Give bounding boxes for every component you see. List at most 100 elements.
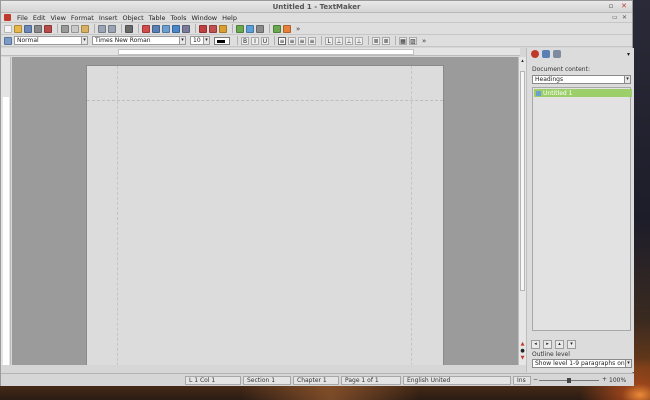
insert-picture-icon[interactable] bbox=[172, 24, 180, 33]
cut-icon[interactable] bbox=[61, 24, 69, 33]
undo-icon[interactable] bbox=[98, 24, 106, 33]
copy-icon[interactable] bbox=[71, 24, 79, 33]
zoom-slider[interactable] bbox=[539, 378, 599, 383]
find-icon[interactable] bbox=[125, 24, 133, 33]
bold-button[interactable]: B bbox=[241, 36, 249, 45]
objects-icon[interactable] bbox=[553, 50, 561, 58]
list-item[interactable]: Untitled 1 bbox=[534, 89, 632, 97]
hyperlink-icon[interactable] bbox=[256, 24, 264, 33]
menu-window[interactable]: Window bbox=[191, 14, 217, 22]
window-controls: ▫ ✕ bbox=[607, 2, 628, 10]
previous-page-icon[interactable]: ▲ bbox=[520, 342, 525, 347]
toolbar-separator bbox=[237, 36, 238, 45]
horizontal-ruler[interactable] bbox=[1, 48, 520, 56]
toolbar-separator bbox=[195, 24, 196, 33]
tab-decimal-button[interactable]: ⊥ bbox=[355, 36, 363, 45]
redo-icon[interactable] bbox=[108, 24, 116, 33]
outline-move-up-button[interactable]: ▴ bbox=[555, 340, 564, 349]
new-document-icon[interactable] bbox=[4, 24, 12, 33]
menu-help[interactable]: Help bbox=[222, 14, 237, 22]
zoom-icon[interactable] bbox=[182, 24, 190, 33]
toolbar-separator bbox=[269, 24, 270, 33]
minimize-button[interactable]: ▫ bbox=[607, 2, 615, 10]
field-icon[interactable] bbox=[236, 24, 244, 33]
borders-button[interactable]: ▦ bbox=[399, 36, 407, 45]
menu-edit[interactable]: Edit bbox=[33, 14, 46, 22]
scrollbar-thumb[interactable] bbox=[520, 71, 525, 291]
numbering-button[interactable]: ≣ bbox=[372, 36, 380, 45]
align-right-button[interactable]: ≡ bbox=[298, 36, 306, 45]
toolbar-separator bbox=[395, 36, 396, 45]
status-insert-mode[interactable]: Ins bbox=[513, 376, 531, 385]
zoom-out-button[interactable]: − bbox=[533, 376, 538, 383]
outline-move-down-button[interactable]: ▾ bbox=[567, 340, 576, 349]
scroll-up-icon[interactable]: ▴ bbox=[520, 59, 525, 64]
outline-icon[interactable] bbox=[542, 50, 550, 58]
standard-toolbar: » bbox=[1, 23, 632, 35]
tab-center-button[interactable]: ⊥ bbox=[335, 36, 343, 45]
underline-button[interactable]: U bbox=[261, 36, 269, 45]
status-page[interactable]: Page 1 of 1 bbox=[341, 376, 401, 385]
vertical-scrollbar[interactable]: ▴ ▲ ● ▼ bbox=[518, 57, 526, 365]
shading-button[interactable]: ▨ bbox=[409, 36, 417, 45]
status-language[interactable]: English United bbox=[403, 376, 511, 385]
outline-level-select[interactable]: Show level 1-9 paragraphs only ▾ bbox=[532, 359, 632, 368]
print-preview-icon[interactable] bbox=[44, 24, 52, 33]
insert-symbol-icon[interactable] bbox=[219, 24, 227, 33]
font-size-value: 10 bbox=[193, 37, 201, 44]
outline-demote-button[interactable]: ▸ bbox=[543, 340, 552, 349]
chevron-down-icon[interactable]: ▾ bbox=[627, 51, 630, 58]
insert-table-icon[interactable] bbox=[152, 24, 160, 33]
toolbar-separator bbox=[274, 36, 275, 45]
justify-button[interactable]: ≡ bbox=[308, 36, 316, 45]
menu-object[interactable]: Object bbox=[122, 14, 143, 22]
outline-list[interactable]: Untitled 1 bbox=[532, 87, 632, 331]
zoom-in-button[interactable]: + bbox=[602, 376, 607, 383]
restore-document-icon[interactable]: ▭ bbox=[612, 14, 618, 21]
align-center-button[interactable]: ≡ bbox=[288, 36, 296, 45]
styles-panel-icon[interactable] bbox=[4, 36, 12, 45]
insert-frame-icon[interactable] bbox=[142, 24, 150, 33]
close-button[interactable]: ✕ bbox=[620, 2, 628, 10]
ruler-text-area bbox=[118, 49, 414, 55]
next-page-icon[interactable]: ▼ bbox=[520, 356, 525, 361]
tab-right-button[interactable]: ⊥ bbox=[345, 36, 353, 45]
vertical-ruler[interactable] bbox=[1, 57, 11, 365]
tab-left-button[interactable]: L bbox=[325, 36, 333, 45]
document-icon bbox=[536, 90, 541, 96]
font-size-select[interactable]: 10 ▾ bbox=[190, 36, 210, 45]
paragraph-style-select[interactable]: Normal ▾ bbox=[14, 36, 88, 45]
font-name-select[interactable]: Times New Roman ▾ bbox=[92, 36, 186, 45]
menu-format[interactable]: Format bbox=[71, 14, 94, 22]
app-document-icon[interactable] bbox=[4, 14, 11, 21]
document-page[interactable] bbox=[86, 65, 444, 365]
open-folder-icon[interactable] bbox=[14, 24, 22, 33]
close-document-icon[interactable]: ✕ bbox=[622, 14, 628, 21]
content-filter-select[interactable]: Headings ▾ bbox=[532, 75, 631, 84]
spellcheck-icon[interactable] bbox=[199, 24, 207, 33]
browse-object-icon[interactable]: ● bbox=[520, 349, 525, 354]
paste-icon[interactable] bbox=[81, 24, 89, 33]
menu-file[interactable]: File bbox=[17, 14, 28, 22]
right-margin-guide bbox=[411, 66, 412, 365]
bullets-button[interactable]: ≣ bbox=[382, 36, 390, 45]
menu-insert[interactable]: Insert bbox=[99, 14, 118, 22]
outline-promote-button[interactable]: ◂ bbox=[531, 340, 540, 349]
menu-view[interactable]: View bbox=[50, 14, 65, 22]
share-icon[interactable] bbox=[283, 24, 291, 33]
bookmark-icon[interactable] bbox=[246, 24, 254, 33]
compass-icon[interactable] bbox=[531, 50, 539, 58]
styles-icon[interactable] bbox=[209, 24, 217, 33]
menu-tools[interactable]: Tools bbox=[170, 14, 186, 22]
align-left-button[interactable]: ≡ bbox=[278, 36, 286, 45]
menu-table[interactable]: Table bbox=[149, 14, 166, 22]
export-pdf-icon[interactable] bbox=[273, 24, 281, 33]
zoom-slider-handle[interactable] bbox=[567, 378, 571, 383]
print-icon[interactable] bbox=[34, 24, 42, 33]
save-icon[interactable] bbox=[24, 24, 32, 33]
insert-chart-icon[interactable] bbox=[162, 24, 170, 33]
text-color-picker[interactable] bbox=[214, 36, 230, 45]
italic-button[interactable]: I bbox=[251, 36, 259, 45]
toolbar-overflow-icon[interactable]: » bbox=[296, 25, 300, 33]
toolbar-overflow-icon[interactable]: » bbox=[422, 37, 426, 45]
